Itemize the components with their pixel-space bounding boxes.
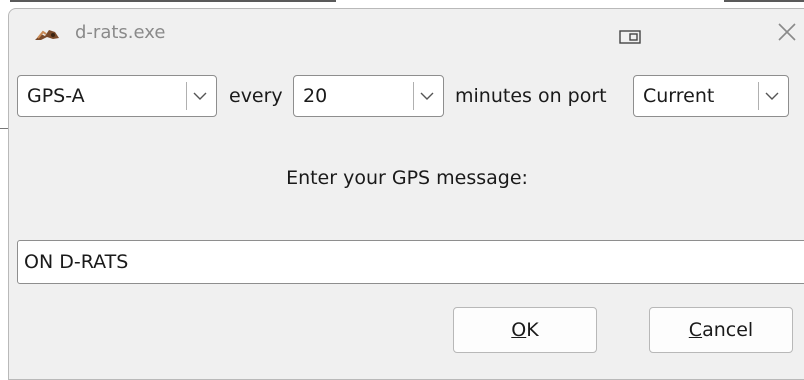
cancel-label: ancel <box>702 319 754 341</box>
gps-message-input[interactable] <box>17 240 804 284</box>
gps-message-prompt: Enter your GPS message: <box>286 167 528 189</box>
background-window-edge <box>0 128 8 129</box>
ok-accelerator: O <box>511 319 527 341</box>
title-bar[interactable]: d-rats.exe <box>9 9 804 61</box>
chevron-down-icon[interactable] <box>413 82 439 110</box>
gps-type-select[interactable]: GPS-A <box>17 75 217 117</box>
port-select[interactable]: Current <box>633 75 789 117</box>
chevron-down-icon[interactable] <box>186 82 212 110</box>
cancel-accelerator: C <box>688 319 703 341</box>
interval-select[interactable]: 20 <box>293 75 444 117</box>
interval-value: 20 <box>303 85 328 107</box>
snap-layout-icon[interactable] <box>619 29 641 44</box>
ok-label: K <box>526 319 539 341</box>
gps-message-dialog: d-rats.exe GPS-A every 20 minutes on por… <box>8 8 804 380</box>
cancel-button[interactable]: Cancel <box>649 307 793 353</box>
port-value: Current <box>643 85 715 107</box>
window-title: d-rats.exe <box>75 22 166 43</box>
chevron-down-icon[interactable] <box>758 82 784 110</box>
every-label: every <box>229 85 283 107</box>
minutes-on-port-label: minutes on port <box>455 85 607 107</box>
d-rats-logo-icon <box>33 26 61 44</box>
close-icon[interactable] <box>771 19 803 51</box>
background-window-edge <box>10 0 336 2</box>
ok-button[interactable]: OK <box>453 307 597 353</box>
background-window-edge <box>724 0 804 2</box>
gps-type-value: GPS-A <box>27 85 85 107</box>
